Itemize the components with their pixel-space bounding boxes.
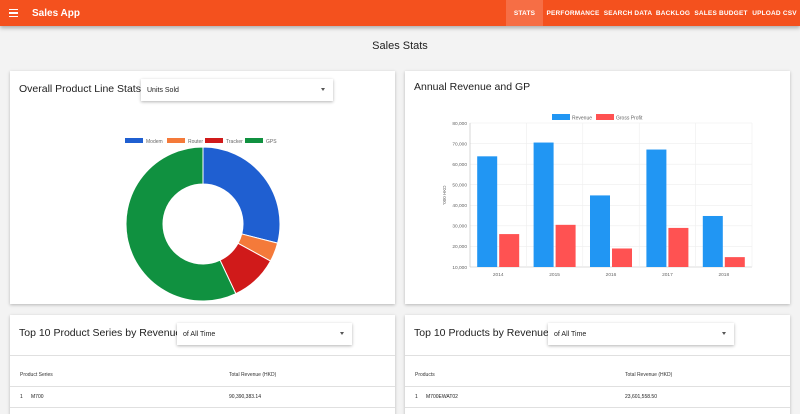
product-line-card: Overall Product Line Stats Units Sold Mo… — [10, 71, 395, 304]
nav-performance[interactable]: PERFORMANCE — [543, 0, 603, 26]
row-product: M700EWAT02 — [426, 394, 458, 400]
legend-label-gps: GPS — [266, 139, 277, 145]
x-tick-label: 2016 — [606, 272, 617, 278]
column-header-total-revenue: Total Revenue (HKD) — [229, 372, 277, 378]
legend-label-tracker: Tracker — [226, 139, 243, 145]
legend-swatch-revenue — [552, 114, 570, 120]
bar-gross-profit-2018 — [724, 257, 745, 267]
y-tick-label: 30,000 — [452, 224, 467, 230]
nav-upload-csv[interactable]: UPLOAD CSV — [749, 0, 800, 26]
legend-swatch-gps — [245, 138, 263, 143]
legend-swatch-modem — [125, 138, 143, 143]
x-tick-label: 2017 — [662, 272, 673, 278]
legend-label-revenue: Revenue — [572, 116, 592, 122]
x-tick-label: 2018 — [718, 272, 729, 278]
divider — [405, 355, 790, 356]
donut-slice-modem — [202, 146, 281, 244]
revenue-gp-bar-chart: Revenue Gross Profit 10,000 20,000 30,000 40,… — [442, 114, 753, 278]
divider — [10, 386, 395, 387]
chevron-down-icon — [722, 332, 726, 335]
divider — [10, 407, 395, 408]
row-product-series: M700 — [31, 394, 44, 400]
y-tick-label: 40,000 — [452, 203, 467, 209]
revenue-gp-card: Annual Revenue and GP Revenue Gross Profi… — [405, 71, 790, 304]
divider — [405, 407, 790, 408]
nav-backlog[interactable]: BACKLOG — [653, 0, 693, 26]
menu-icon[interactable] — [9, 0, 29, 26]
products-period-select[interactable]: of All Time — [548, 323, 734, 345]
product-line-donut-chart: Modem Router Tracker GPS — [125, 138, 281, 302]
divider — [10, 355, 395, 356]
column-header-total-revenue: Total Revenue (HKD) — [625, 372, 673, 378]
nav-stats[interactable]: STATS — [506, 0, 543, 26]
series-period-value: of All Time — [183, 330, 216, 338]
series-period-select[interactable]: of All Time — [177, 323, 352, 345]
y-axis-label: '000 HKD — [442, 185, 447, 205]
page-title: Sales Stats — [372, 40, 428, 52]
legend-swatch-tracker — [205, 138, 223, 143]
y-tick-label: 10,000 — [452, 265, 467, 271]
bar-gross-profit-2016 — [612, 248, 632, 267]
nav-sales-budget[interactable]: SALES BUDGET — [693, 0, 749, 26]
row-rank: 1 — [20, 394, 23, 400]
y-tick-label: 60,000 — [452, 162, 467, 168]
y-tick-label: 50,000 — [452, 183, 467, 189]
top-nav: STATS PERFORMANCE SEARCH DATA BACKLOG SA… — [506, 0, 800, 26]
top-series-title: Top 10 Product Series by Revenue — [19, 327, 182, 339]
app-bar: Sales App STATS PERFORMANCE SEARCH DATA … — [0, 0, 800, 26]
bar-gross-profit-2015 — [555, 224, 576, 267]
legend-swatch-gross-profit — [596, 114, 614, 120]
legend-swatch-router — [167, 138, 185, 143]
app-title: Sales App — [32, 7, 80, 19]
column-header-products: Products — [415, 372, 435, 378]
bar-revenue-2014 — [477, 156, 498, 267]
bar-gross-profit-2017 — [668, 227, 689, 267]
bar-revenue-2016 — [590, 195, 610, 267]
bar-revenue-2018 — [702, 215, 723, 267]
row-rank: 1 — [415, 394, 418, 400]
y-tick-label: 20,000 — [452, 244, 467, 250]
bar-revenue-2015 — [533, 142, 554, 267]
top-series-card: Top 10 Product Series by Revenue of All … — [10, 315, 395, 414]
x-tick-label: 2014 — [493, 272, 504, 278]
products-period-value: of All Time — [554, 330, 587, 338]
bar-revenue-2017 — [646, 149, 667, 267]
column-header-product-series: Product Series — [20, 372, 53, 378]
top-products-card: Top 10 Products by Revenue of All Time P… — [405, 315, 790, 414]
legend-label-router: Router — [188, 139, 203, 145]
bar-gross-profit-2014 — [499, 234, 520, 267]
divider — [405, 386, 790, 387]
y-tick-label: 80,000 — [452, 121, 467, 127]
row-total-revenue: 90,390,383.14 — [229, 394, 261, 400]
row-total-revenue: 23,601,558.50 — [625, 394, 657, 400]
legend-label-modem: Modem — [146, 139, 163, 145]
x-tick-label: 2015 — [549, 272, 560, 278]
legend-label-gross-profit: Gross Profit — [616, 116, 643, 122]
y-tick-label: 70,000 — [452, 141, 467, 147]
chevron-down-icon — [340, 332, 344, 335]
top-products-title: Top 10 Products by Revenue — [414, 327, 549, 339]
nav-search-data[interactable]: SEARCH DATA — [603, 0, 653, 26]
